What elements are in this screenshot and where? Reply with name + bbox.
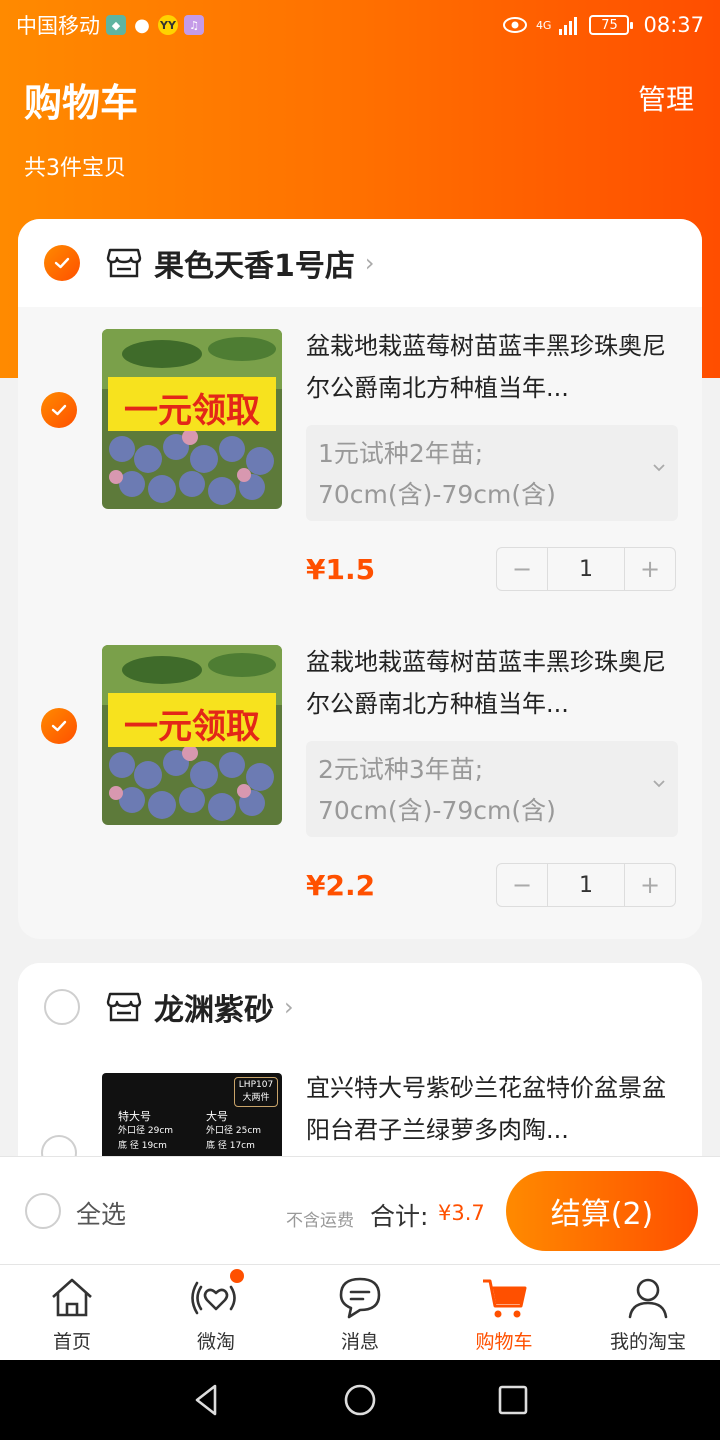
thumbnail-promo-text: 一元领取	[124, 707, 260, 747]
manage-button[interactable]: 管理	[638, 78, 694, 118]
profile-icon	[628, 1278, 668, 1319]
shop-card: 果色天香1号店 › 一元领取 盆栽地栽蓝莓树苗蓝丰黑珍珠奥尼尔公爵南北方种植当年…	[18, 219, 702, 939]
carrier-label: 中国移动	[16, 14, 100, 38]
back-icon[interactable]	[189, 1382, 225, 1418]
shop-icon	[106, 248, 142, 278]
shop-name[interactable]: 果色天香1号店	[154, 241, 355, 285]
decrease-button[interactable]: −	[497, 864, 547, 906]
thumbnail-promo-text: 一元领取	[124, 391, 260, 431]
item-title[interactable]: 盆栽地栽蓝莓树苗蓝丰黑珍珠奥尼尔公爵南北方种植当年...	[306, 641, 678, 725]
thumbnail-spec-col-1: 特大号 外口径 29cm 底 径 19cm	[118, 1109, 173, 1154]
quantity-value[interactable]: 1	[547, 548, 625, 590]
tab-label: 微淘	[196, 1331, 235, 1353]
shop-checkbox[interactable]	[44, 245, 80, 281]
tab-my-taobao[interactable]: 我的淘宝	[576, 1265, 720, 1360]
checkout-bar: 全选 不含运费 合计: ¥3.7 结算(2)	[0, 1156, 720, 1264]
item-title[interactable]: 盆栽地栽蓝莓树苗蓝丰黑珍珠奥尼尔公爵南北方种植当年...	[306, 325, 678, 409]
tab-label: 消息	[340, 1331, 379, 1353]
tab-label: 首页	[52, 1331, 91, 1353]
item-price: ¥2.2	[306, 869, 376, 902]
select-all-checkbox[interactable]	[25, 1193, 61, 1229]
chevron-down-icon	[653, 780, 665, 788]
item-checkbox[interactable]	[41, 392, 77, 428]
battery-icon: 75	[589, 15, 634, 35]
thumbnail-spec-title: 大号	[206, 1110, 228, 1123]
notification-dot	[230, 1269, 244, 1283]
tab-messages[interactable]: 消息	[288, 1265, 432, 1360]
select-all-label[interactable]: 全选	[76, 1195, 126, 1231]
shield-app-icon: ◆	[106, 15, 126, 35]
total-value: ¥3.7	[438, 1201, 485, 1225]
thumbnail-badge-code: LHP107	[238, 1080, 274, 1090]
sku-line-1: 2元试种3年苗;	[318, 755, 484, 784]
checkout-button[interactable]: 结算(2)	[506, 1171, 698, 1251]
thumbnail-spec-col-2: 大号 外口径 25cm 底 径 17cm	[206, 1109, 261, 1154]
music-app-icon: ♫	[184, 15, 204, 35]
eye-icon	[502, 17, 527, 33]
wechat-icon: ●	[134, 14, 150, 36]
item-checkbox[interactable]	[41, 708, 77, 744]
tab-label: 购物车	[475, 1331, 533, 1353]
shop-header: 果色天香1号店 ›	[18, 219, 702, 307]
thumbnail-badge-label: 大两件	[242, 1093, 270, 1103]
thumbnail-spec-line: 外口径 25cm	[206, 1126, 262, 1136]
tab-bar: 首页 微淘 消息 购物车 我的淘宝	[0, 1264, 720, 1360]
sku-selector[interactable]: 2元试种3年苗; 70cm(含)-79cm(含)	[306, 741, 678, 837]
increase-button[interactable]: +	[625, 864, 675, 906]
home-icon	[52, 1278, 92, 1317]
freight-note: 不含运费	[286, 1211, 354, 1231]
checkmark-icon	[51, 404, 67, 416]
home-nav-icon[interactable]	[342, 1382, 378, 1418]
recents-icon[interactable]	[495, 1382, 531, 1418]
cart-icon	[483, 1279, 527, 1318]
checkmark-icon	[51, 720, 67, 732]
total-label: 合计:	[370, 1202, 429, 1231]
item-price: ¥1.5	[306, 553, 376, 586]
system-nav-bar	[0, 1360, 720, 1440]
sku-line-2: 70cm(含)-79cm(含)	[318, 480, 556, 509]
tab-weitao[interactable]: 微淘	[144, 1265, 288, 1360]
cart-item: 一元领取 盆栽地栽蓝莓树苗蓝丰黑珍珠奥尼尔公爵南北方种植当年... 2元试种3年…	[18, 623, 702, 923]
tab-cart[interactable]: 购物车	[432, 1265, 576, 1360]
thumbnail-spec-line: 外口径 29cm	[118, 1126, 174, 1136]
quantity-stepper: − 1 +	[496, 863, 676, 907]
product-thumbnail[interactable]: 一元领取	[102, 645, 282, 825]
product-thumbnail[interactable]: 一元领取	[102, 329, 282, 509]
thumbnail-spec-line: 底 径 17cm	[206, 1141, 255, 1151]
thumbnail-spec-line: 底 径 19cm	[118, 1141, 167, 1151]
chevron-down-icon	[653, 464, 665, 472]
item-title[interactable]: 宜兴特大号紫砂兰花盆特价盆景盆阳台君子兰绿萝多肉陶...	[306, 1067, 678, 1151]
status-bar: 中国移动 ◆ ● YY ♫ 4G 75 08:37	[0, 0, 720, 50]
sku-line-1: 1元试种2年苗;	[318, 439, 484, 468]
network-label: 4G	[535, 18, 552, 32]
yy-app-icon: YY	[158, 15, 178, 35]
chevron-right-icon[interactable]: ›	[365, 249, 375, 277]
message-icon	[339, 1277, 381, 1319]
checkmark-icon	[54, 257, 70, 269]
increase-button[interactable]: +	[625, 548, 675, 590]
quantity-stepper: − 1 +	[496, 547, 676, 591]
decrease-button[interactable]: −	[497, 548, 547, 590]
quantity-value[interactable]: 1	[547, 864, 625, 906]
clock: 08:37	[643, 13, 704, 37]
sku-selector[interactable]: 1元试种2年苗; 70cm(含)-79cm(含)	[306, 425, 678, 521]
signal-icon	[559, 17, 578, 35]
tab-home[interactable]: 首页	[0, 1265, 144, 1360]
thumbnail-spec-title: 特大号	[118, 1110, 151, 1123]
cart-item: 一元领取 盆栽地栽蓝莓树苗蓝丰黑珍珠奥尼尔公爵南北方种植当年... 1元试种2年…	[18, 307, 702, 607]
item-count-label: 共3件宝贝	[24, 156, 126, 181]
product-thumbnail[interactable]: LHP107 大两件 特大号 外口径 29cm 底 径 19cm 大号 外口径 …	[102, 1073, 282, 1163]
page-title: 购物车	[24, 81, 139, 125]
thumbnail-badge: LHP107 大两件	[234, 1077, 278, 1107]
battery-level: 75	[601, 17, 618, 33]
tab-label: 我的淘宝	[609, 1331, 686, 1353]
sku-line-2: 70cm(含)-79cm(含)	[318, 796, 556, 825]
